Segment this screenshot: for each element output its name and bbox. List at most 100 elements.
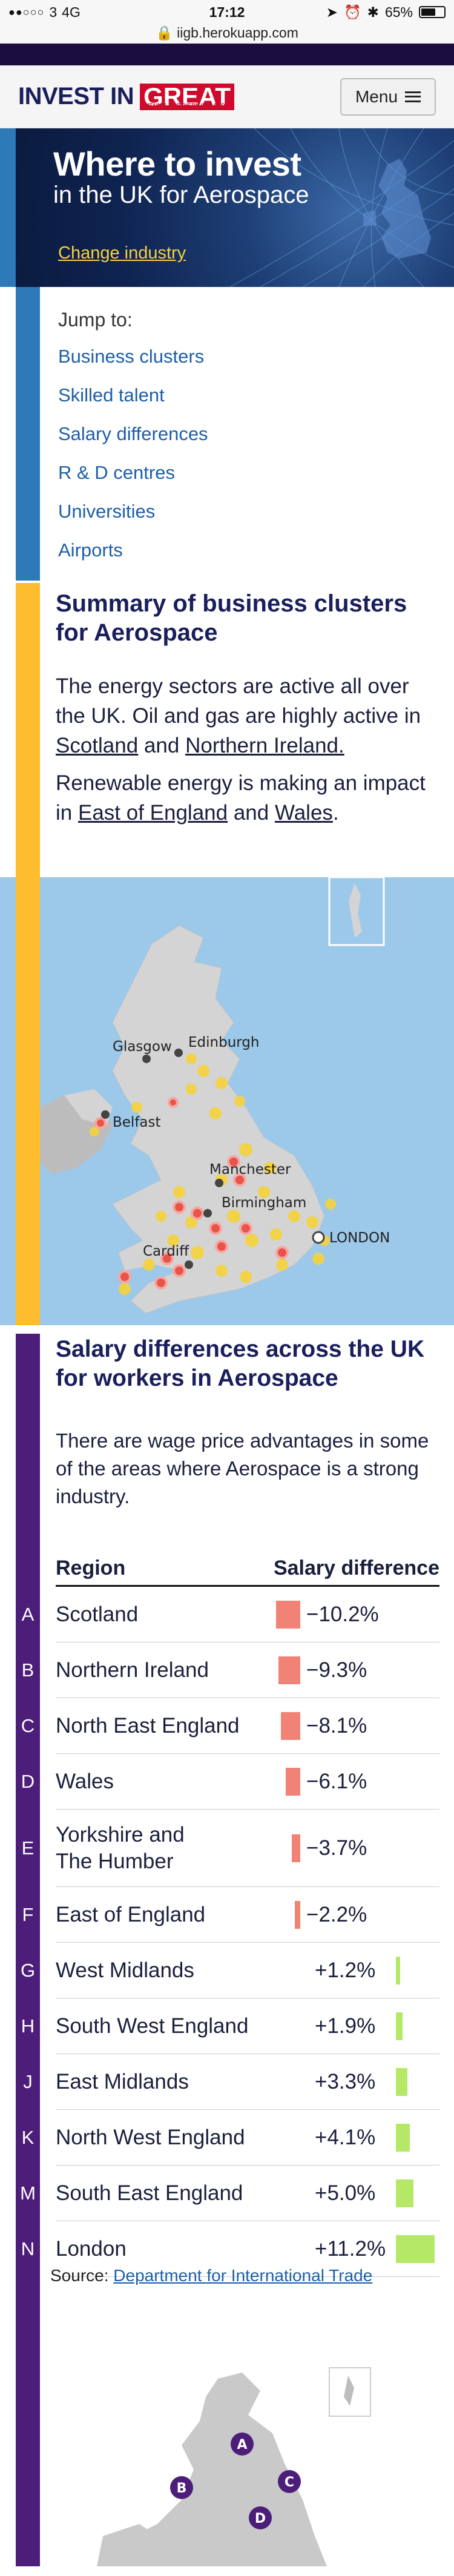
region-letter: J [16, 2054, 40, 2110]
network-label: 4G [62, 4, 81, 20]
uk-cluster-map: Glasgow Edinburgh Belfast Manchester Bir… [40, 877, 390, 1314]
salary-row: J East Midlands +3.3% [16, 2054, 439, 2110]
region-name: Northern Ireland [56, 1658, 209, 1682]
change-industry-link[interactable]: Change industry [58, 243, 186, 263]
logo-invest-text: INVEST IN [18, 83, 134, 110]
salary-diff-value: −6.1% [306, 1770, 367, 1793]
scotland-link[interactable]: Scotland [56, 734, 138, 757]
signal-icon: ●●○○○ [8, 5, 45, 18]
positive-bar [396, 2012, 403, 2040]
svg-text:LONDON: LONDON [329, 1230, 390, 1246]
top-strip [0, 44, 454, 65]
jump-link-skilled-talent[interactable]: Skilled talent [58, 386, 208, 425]
negative-bar [276, 1656, 300, 1684]
hero-subtitle: in the UK for Aerospace [53, 182, 309, 208]
shetland-shape [349, 883, 362, 938]
svg-text:B: B [177, 2481, 187, 2496]
salary-rows: A Scotland −10.2% B Northern Ireland −9.3% C No… [16, 1587, 439, 2277]
hero-edge [0, 128, 16, 287]
region-letter: G [16, 1943, 40, 1998]
region-name: South East England [56, 2181, 243, 2205]
jump-link-universities[interactable]: Universities [58, 502, 208, 541]
invest-in-great-logo[interactable]: INVEST IN GREAT BRITAIN & NORTHERN IRELAN… [18, 83, 234, 110]
negative-bar [276, 1601, 300, 1629]
section-bar-yellow-2 [16, 877, 40, 1325]
region-name: North West England [56, 2126, 245, 2149]
section-bar-blue [16, 287, 40, 581]
salary-diff-value: −3.7% [306, 1836, 367, 1860]
hamburger-icon [405, 91, 421, 102]
hero-banner: Where to invest in the UK for Aerospace … [0, 128, 454, 287]
region-letter: N [16, 2221, 40, 2277]
region-name: Wales [56, 1770, 114, 1793]
hero-title: Where to invest [53, 145, 301, 183]
svg-text:Cardiff: Cardiff [143, 1244, 189, 1259]
menu-button[interactable]: Menu [340, 77, 436, 116]
salary-row: E Yorkshire and The Humber −3.7% [16, 1810, 439, 1887]
summary-paragraph-1: The energy sectors are active all over t… [56, 674, 421, 757]
uk-silhouette [378, 159, 431, 259]
url-text: iigb.herokuapp.com [177, 25, 298, 41]
site-header: INVEST IN GREAT BRITAIN & NORTHERN IRELAN… [0, 65, 454, 128]
regions-map[interactable]: A B C D [0, 2354, 454, 2566]
menu-label: Menu [355, 87, 398, 106]
salary-table: Region Salary difference A Scotland −10.2%… [16, 1552, 439, 2277]
regions-map-section: A B C D [0, 2354, 454, 2566]
region-name: Yorkshire and The Humber [56, 1823, 185, 1873]
salary-diff-value: −9.3% [306, 1658, 367, 1682]
clusters-map[interactable]: Glasgow Edinburgh Belfast Manchester Bir… [0, 877, 454, 1325]
summary-section: Summary of business clusters for Aerospa… [0, 581, 454, 877]
salary-diff-value: +11.2% [315, 2237, 386, 2261]
salary-section: Salary differences across the UK for wor… [0, 1325, 454, 2357]
region-name: London [56, 2237, 127, 2261]
jump-to-section: Jump to: Business clusters Skilled talen… [0, 287, 454, 581]
logo-great-text: GREAT BRITAIN & NORTHERN IRELAND [140, 83, 234, 110]
salary-row: B Northern Ireland −9.3% [16, 1642, 439, 1698]
status-bar: ●●○○○ 3 4G 17:12 ➤ ⏰ ✱ 65% [0, 0, 454, 24]
lock-icon: 🔒 [156, 25, 173, 41]
region-name: South West England [56, 2014, 249, 2038]
salary-table-header: Region Salary difference [56, 1552, 439, 1587]
region-name: Scotland [56, 1603, 139, 1626]
negative-bar [276, 1901, 300, 1929]
jump-link-airports[interactable]: Airports [58, 541, 208, 580]
svg-text:Belfast: Belfast [113, 1115, 161, 1130]
salary-intro: There are wage price advantages in some … [56, 1429, 429, 1507]
source-link[interactable]: Department for International Trade [113, 2266, 372, 2285]
salary-row: F East of England −2.2% [16, 1887, 439, 1943]
salary-title: Salary differences across the UK for wor… [56, 1336, 425, 1391]
salary-row: A Scotland −10.2% [16, 1587, 439, 1642]
region-letter: A [16, 1587, 40, 1642]
salary-diff-value: +4.1% [315, 2126, 376, 2149]
region-letter: F [16, 1887, 40, 1943]
salary-diff-value: +1.9% [315, 2014, 376, 2038]
logo-subtitle: BRITAIN & NORTHERN IRELAND [140, 102, 225, 108]
region-name: North East England [56, 1714, 240, 1738]
summary-paragraph-2: Renewable energy is making an impact in … [56, 771, 426, 825]
positive-bar [396, 2124, 410, 2152]
salary-diff-value: +5.0% [315, 2181, 376, 2205]
northern-ireland-link[interactable]: Northern Ireland. [185, 734, 344, 757]
url-bar[interactable]: 🔒 iigb.herokuapp.com [0, 24, 454, 44]
region-name: East of England [56, 1903, 206, 1926]
salary-row: D Wales −6.1% [16, 1754, 439, 1810]
svg-text:Glasgow: Glasgow [113, 1039, 172, 1055]
battery-icon [419, 6, 446, 18]
salary-row: K North West England +4.1% [16, 2110, 439, 2166]
negative-bar [276, 1768, 300, 1796]
svg-text:D: D [255, 2511, 266, 2526]
jump-link-rd-centres[interactable]: R & D centres [58, 463, 208, 502]
carrier-label: 3 [49, 4, 58, 20]
positive-bar [396, 2179, 413, 2207]
summary-title: Summary of business clusters for Aerospa… [56, 590, 407, 646]
region-letter: B [16, 1642, 40, 1698]
wales-link[interactable]: Wales [275, 801, 333, 825]
region-letter: E [16, 1810, 40, 1887]
positive-bar [396, 2068, 407, 2096]
salary-diff-value: −2.2% [306, 1903, 367, 1926]
jump-to-title: Jump to: [58, 309, 133, 331]
east-of-england-link[interactable]: East of England [78, 801, 228, 825]
jump-link-business-clusters[interactable]: Business clusters [58, 347, 208, 386]
salary-row: C North East England −8.1% [16, 1698, 439, 1754]
jump-link-salary-differences[interactable]: Salary differences [58, 424, 208, 464]
